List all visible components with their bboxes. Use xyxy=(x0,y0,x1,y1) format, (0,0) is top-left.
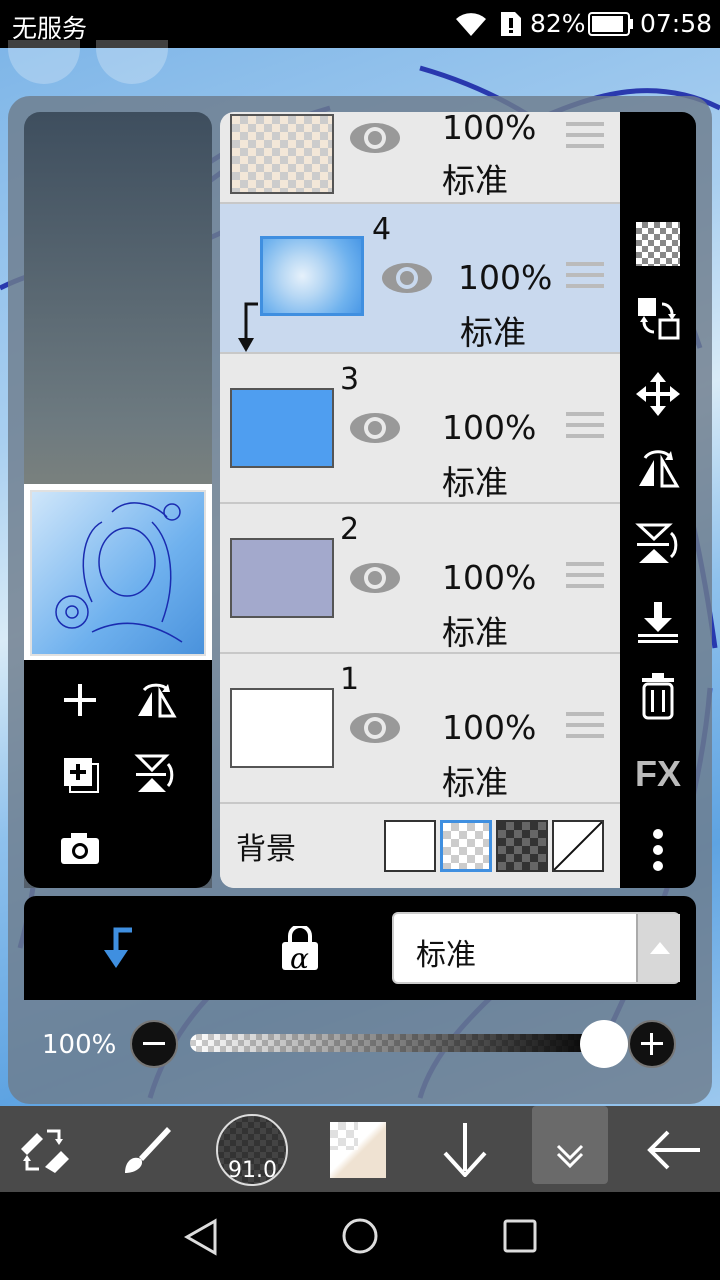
visibility-eye-icon[interactable] xyxy=(380,260,434,296)
bg-dark-checker-option[interactable] xyxy=(496,820,548,872)
layer-thumbnail xyxy=(230,388,334,468)
bg-none-option[interactable] xyxy=(552,820,604,872)
drag-handle-icon[interactable] xyxy=(566,412,604,442)
brush-size-value: 91.0 xyxy=(228,1158,277,1183)
nav-back-icon[interactable] xyxy=(178,1214,224,1260)
visibility-eye-icon[interactable] xyxy=(348,710,402,746)
blend-mode-value: 标准 xyxy=(416,938,476,973)
opacity-bar: 100% xyxy=(24,1000,696,1090)
add-layer-icon[interactable] xyxy=(58,678,102,722)
clipping-toggle-icon[interactable] xyxy=(92,924,140,972)
more-vertical-icon[interactable] xyxy=(632,824,684,876)
opacity-value: 100% xyxy=(42,1030,117,1060)
layer-row[interactable]: 4 100% 标准 xyxy=(220,204,620,354)
dropdown-arrow-icon[interactable] xyxy=(636,914,680,982)
swap-tool-icon[interactable] xyxy=(16,1122,72,1178)
alpha-lock-button[interactable]: α xyxy=(274,924,326,976)
blend-bar: α 标准 xyxy=(24,896,696,1000)
opacity-decrease-button[interactable] xyxy=(130,1020,178,1068)
bg-white-option[interactable] xyxy=(384,820,436,872)
clock: 07:58 xyxy=(640,9,713,38)
camera-icon[interactable] xyxy=(58,826,102,870)
background-row: 背景 xyxy=(220,804,620,888)
visibility-eye-icon[interactable] xyxy=(348,560,402,596)
down-arrow-icon[interactable] xyxy=(436,1120,494,1178)
flip-vertical-icon[interactable] xyxy=(132,750,180,798)
wifi-icon xyxy=(454,10,488,44)
layer-blend-mode: 标准 xyxy=(442,613,508,652)
trash-icon[interactable] xyxy=(632,670,684,722)
brush-icon[interactable] xyxy=(118,1120,176,1178)
battery-icon xyxy=(588,12,634,42)
alpha-lock-label: α xyxy=(290,942,309,975)
color-swatch-button[interactable] xyxy=(330,1122,386,1178)
opacity-slider-knob[interactable] xyxy=(580,1020,628,1068)
system-nav-bar xyxy=(0,1192,720,1280)
layer-blend-mode: 标准 xyxy=(442,161,508,200)
layer-tools-box xyxy=(24,660,212,888)
move-icon[interactable] xyxy=(632,368,684,420)
layer-thumbnail xyxy=(260,236,364,316)
layer-number: 4 xyxy=(372,212,392,247)
battery-percent: 82% xyxy=(530,9,586,38)
layer-blend-mode: 标准 xyxy=(442,463,508,502)
layer-row[interactable]: 3 100% 标准 xyxy=(220,354,620,504)
brush-size-button[interactable]: 91.0 xyxy=(216,1114,288,1186)
layer-thumbnail xyxy=(230,688,334,768)
layer-panel-toggle-button[interactable] xyxy=(532,1106,608,1184)
layer-number: 2 xyxy=(340,512,360,547)
opacity-increase-button[interactable] xyxy=(628,1020,676,1068)
layer-thumbnail xyxy=(230,114,334,194)
drag-handle-icon[interactable] xyxy=(566,122,604,152)
layer-side-toolbar: FX xyxy=(620,112,696,888)
layer-number: 3 xyxy=(340,362,360,397)
drag-handle-icon[interactable] xyxy=(566,262,604,292)
layer-opacity: 100% xyxy=(442,112,537,147)
layer-row[interactable]: 100% 标准 xyxy=(220,112,620,204)
flip-horizontal-icon[interactable] xyxy=(132,676,180,724)
transparency-checker-icon[interactable] xyxy=(632,218,684,270)
background-label: 背景 xyxy=(236,832,296,867)
nav-home-icon[interactable] xyxy=(336,1212,384,1260)
visibility-eye-icon[interactable] xyxy=(348,120,402,156)
layer-blend-mode: 标准 xyxy=(460,313,526,352)
layer-opacity: 100% xyxy=(442,408,537,447)
layer-opacity: 100% xyxy=(442,708,537,747)
layer-thumbnail xyxy=(230,538,334,618)
layer-row[interactable]: 2 100% 标准 xyxy=(220,504,620,654)
layer-row[interactable]: 1 100% 标准 xyxy=(220,654,620,804)
layer-number: 1 xyxy=(340,662,360,697)
bottom-toolbar: 91.0 xyxy=(0,1106,720,1192)
nav-recents-icon[interactable] xyxy=(496,1212,544,1260)
clipping-arrow-icon xyxy=(232,300,262,358)
flip-vertical-icon[interactable] xyxy=(632,518,684,570)
swap-layers-icon[interactable] xyxy=(632,292,684,344)
layer-opacity: 100% xyxy=(458,258,553,297)
drag-handle-icon[interactable] xyxy=(566,562,604,592)
merge-down-icon[interactable] xyxy=(632,596,684,648)
layer-opacity: 100% xyxy=(442,558,537,597)
back-arrow-icon[interactable] xyxy=(644,1122,704,1178)
fx-icon[interactable]: FX xyxy=(632,748,684,800)
blend-mode-select[interactable]: 标准 xyxy=(392,912,680,984)
copy-layer-icon[interactable] xyxy=(58,752,102,796)
layer-blend-mode: 标准 xyxy=(442,763,508,802)
drag-handle-icon[interactable] xyxy=(566,712,604,742)
flip-horizontal-icon[interactable] xyxy=(632,442,684,494)
canvas-thumbnail[interactable] xyxy=(24,484,212,662)
sim-alert-icon xyxy=(498,10,524,44)
visibility-eye-icon[interactable] xyxy=(348,410,402,446)
opacity-slider[interactable] xyxy=(190,1034,604,1052)
layers-list[interactable]: 100% 标准 4 100% 标准 3 100% 标准 2 100% 标准 1 … xyxy=(220,112,620,888)
bg-checker-option[interactable] xyxy=(440,820,492,872)
